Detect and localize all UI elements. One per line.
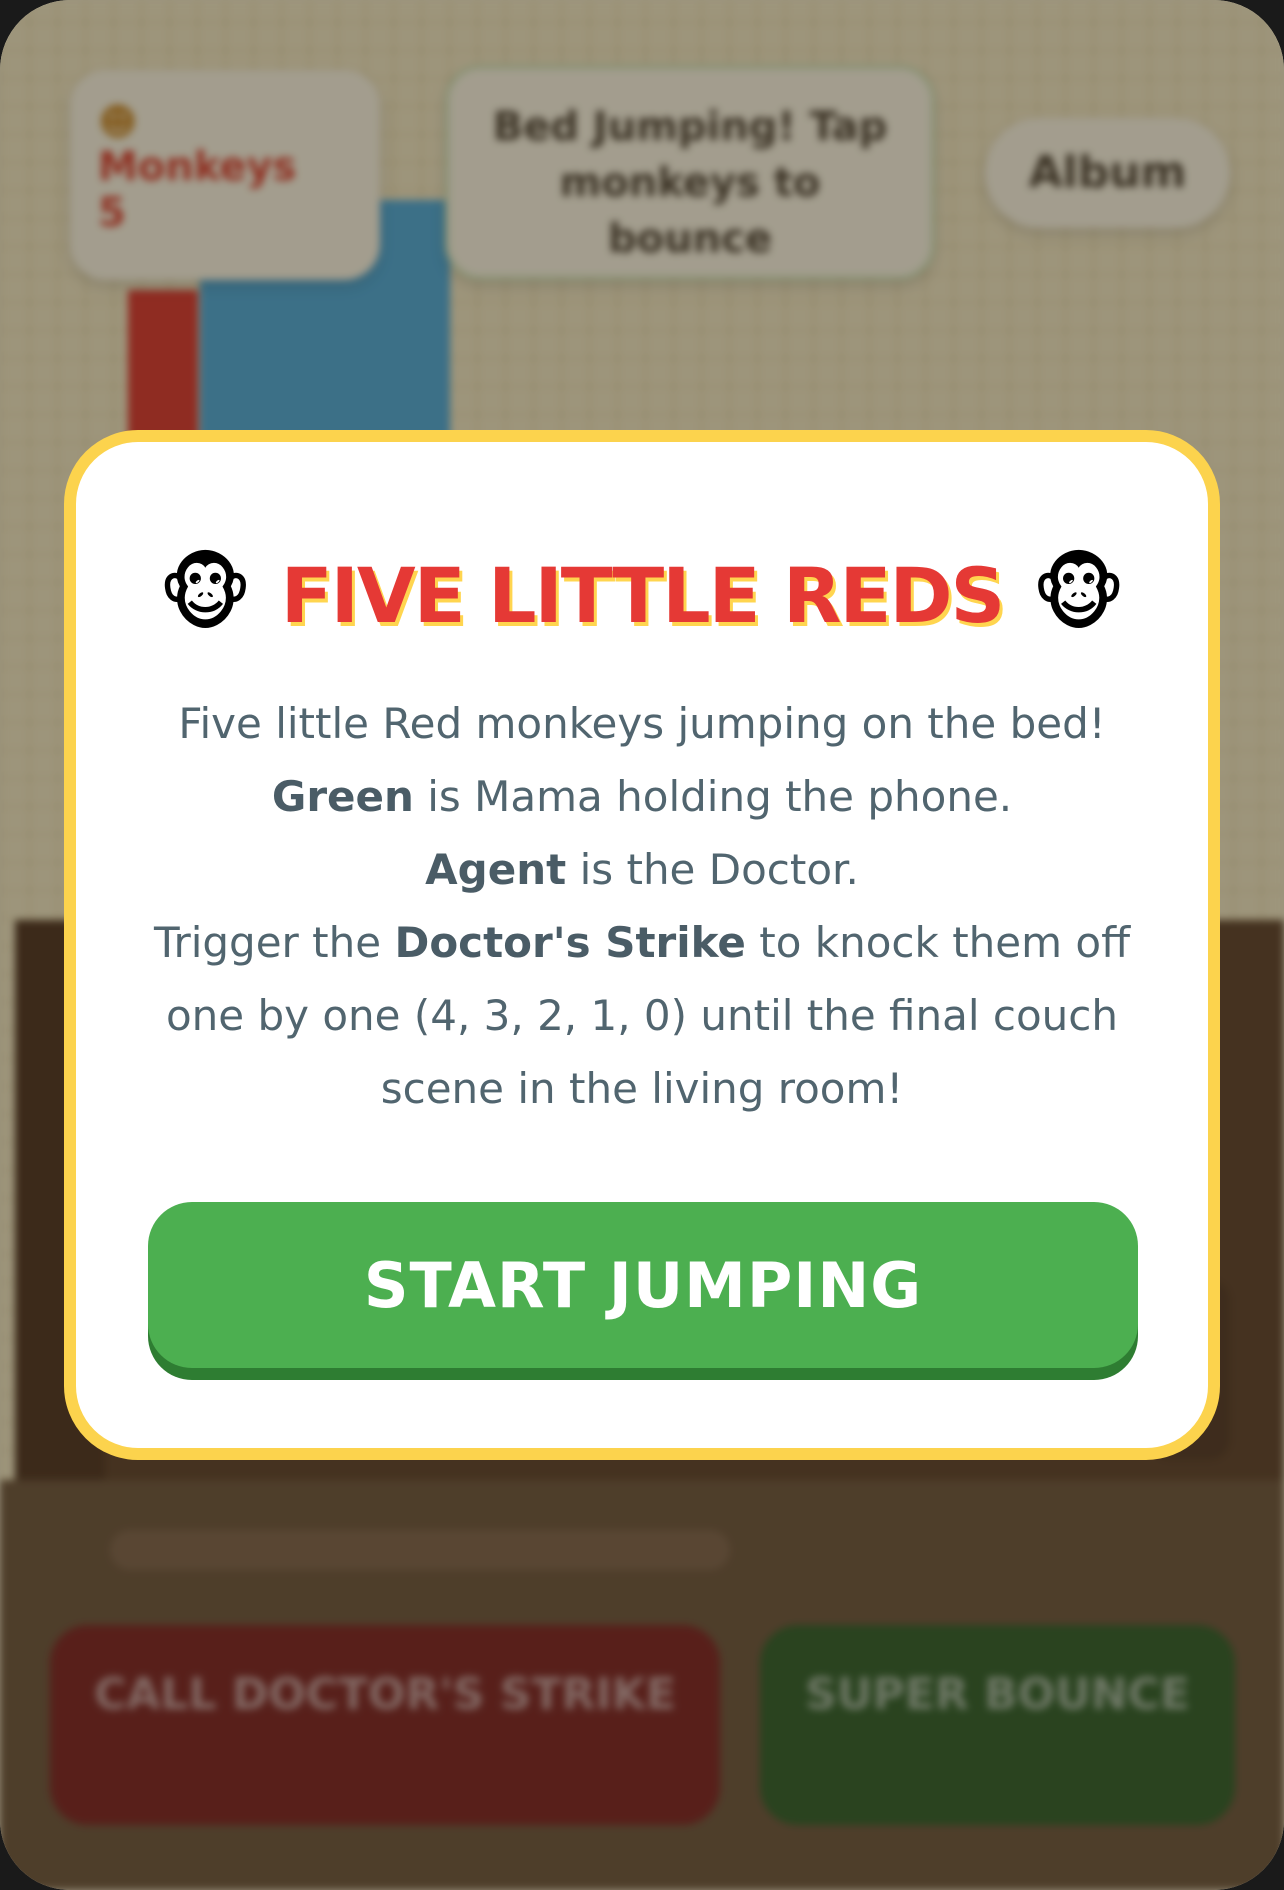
start-jumping-button[interactable]: START JUMPING	[148, 1202, 1138, 1368]
dialog-description: Five little Red monkeys jumping on the b…	[136, 687, 1148, 1125]
game-screen: ☻ Monkeys 5 Bed Jumping! Tap monkeys to …	[0, 0, 1284, 1890]
description-line-6: scene in the living room!	[380, 1064, 904, 1113]
description-line-5: one by one (4, 3, 2, 1, 0) until the fin…	[165, 991, 1119, 1040]
monkey-face-icon: 🐵	[157, 547, 253, 642]
doctors-strike-label: Doctor's Strike	[394, 918, 746, 967]
description-line-4: Trigger the Doctor's Strike to knock the…	[153, 918, 1131, 967]
description-line-1: Five little Red monkeys jumping on the b…	[178, 699, 1106, 748]
agent-role-label: Agent	[425, 845, 567, 894]
dialog-title: FIVE LITTLE REDS	[280, 550, 1006, 640]
description-line-2: Green is Mama holding the phone.	[271, 772, 1013, 821]
monkey-face-icon: 🐵	[1031, 547, 1127, 642]
dialog-title-row: 🐵 FIVE LITTLE REDS 🐵	[76, 550, 1208, 640]
intro-dialog: 🐵 FIVE LITTLE REDS 🐵 Five little Red mon…	[64, 430, 1220, 1460]
description-line-3: Agent is the Doctor.	[425, 845, 859, 894]
green-role-label: Green	[271, 772, 414, 821]
